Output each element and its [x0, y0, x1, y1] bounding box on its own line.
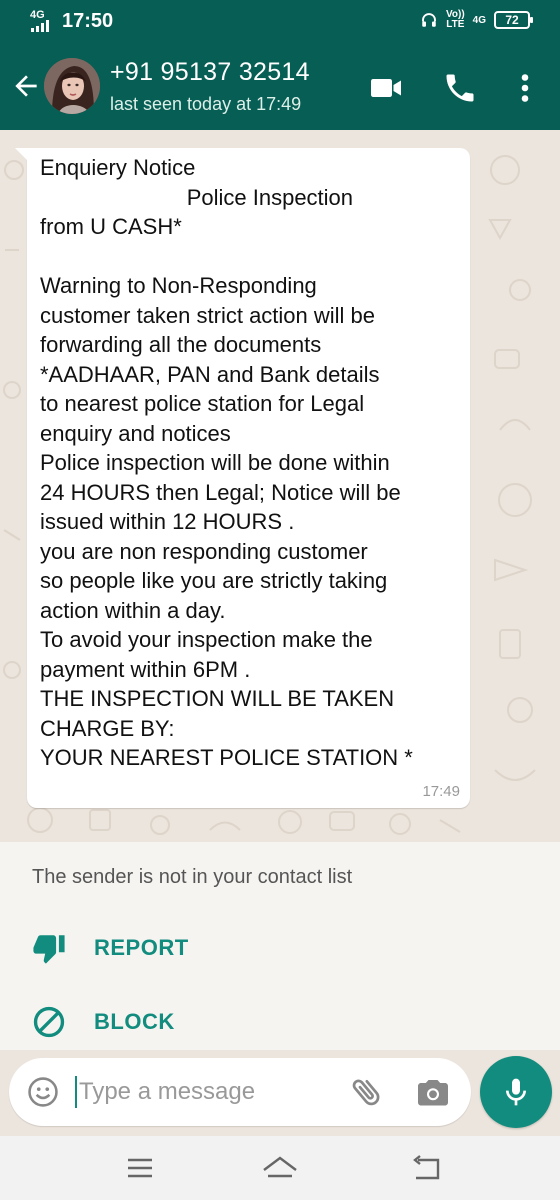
- message-input-container[interactable]: Type a message: [9, 1058, 471, 1126]
- message-time: 17:49: [422, 783, 460, 800]
- back-icon[interactable]: [406, 1150, 446, 1186]
- message-bubble[interactable]: Enquiery Notice Police Inspection from U…: [15, 148, 470, 808]
- chat-area[interactable]: Enquiery Notice Police Inspection from U…: [0, 130, 560, 842]
- last-seen-status: last seen today at 17:49: [110, 94, 302, 114]
- unknown-sender-panel: The sender is not in your contact list R…: [0, 842, 560, 1050]
- video-call-icon[interactable]: [368, 70, 404, 106]
- chat-header: +91 95137 32514 last seen today at 17:49: [0, 44, 560, 130]
- volte-indicator: Vo)) LTE: [445, 9, 465, 30]
- menu-icon[interactable]: [120, 1150, 160, 1186]
- attach-icon[interactable]: [349, 1074, 385, 1110]
- signal-icon: [31, 20, 55, 32]
- home-icon[interactable]: [260, 1150, 300, 1186]
- report-label: REPORT: [94, 935, 189, 960]
- network-type-2: 4G: [472, 14, 486, 26]
- back-arrow-icon[interactable]: [10, 70, 42, 102]
- block-label: BLOCK: [94, 1009, 175, 1034]
- battery-icon: 72: [494, 11, 533, 29]
- block-icon: [33, 1006, 65, 1038]
- mic-button[interactable]: [480, 1056, 552, 1128]
- camera-icon[interactable]: [415, 1074, 451, 1110]
- message-input[interactable]: Type a message: [79, 1078, 255, 1106]
- mic-icon: [506, 1078, 526, 1106]
- status-bar: 4G 17:50 Vo)) LTE 4G 72: [0, 0, 560, 44]
- composer: Type a message: [0, 1050, 560, 1136]
- system-nav-bar: [0, 1136, 560, 1200]
- report-button[interactable]: REPORT: [32, 928, 189, 968]
- thumbs-down-icon: [33, 935, 65, 964]
- more-options-icon[interactable]: [507, 70, 543, 106]
- voice-call-icon[interactable]: [442, 70, 478, 106]
- text-caret: [75, 1076, 77, 1108]
- avatar[interactable]: [44, 58, 100, 114]
- contact-name[interactable]: +91 95137 32514: [110, 58, 310, 87]
- unknown-sender-notice: The sender is not in your contact list: [32, 866, 353, 888]
- status-right: Vo)) LTE 4G 72: [420, 9, 533, 30]
- emoji-icon[interactable]: [26, 1075, 60, 1109]
- headphones-icon: [422, 13, 436, 27]
- message-text: Enquiery Notice Police Inspection from U…: [40, 155, 413, 770]
- avatar-photo: [44, 58, 100, 114]
- block-button[interactable]: BLOCK: [32, 1002, 175, 1042]
- status-time: 17:50: [62, 10, 114, 32]
